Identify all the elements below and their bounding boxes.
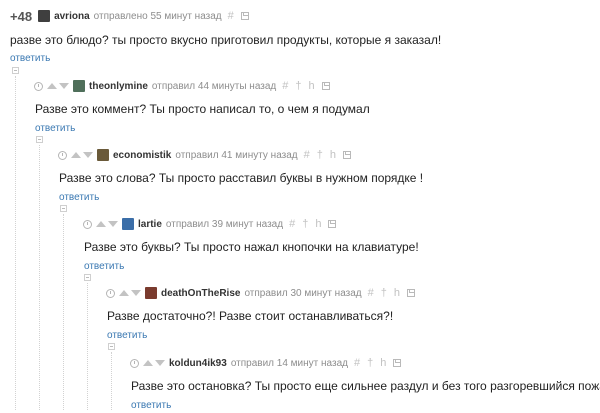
save-icon[interactable]	[393, 359, 402, 367]
permalink-icon[interactable]: #	[289, 218, 295, 230]
permalink-icon[interactable]: #	[282, 80, 288, 92]
reply-link[interactable]: ответить	[10, 53, 50, 64]
collapse-thread-button[interactable]	[36, 136, 43, 143]
username[interactable]: koldun4ik93	[169, 358, 227, 369]
branch-icon[interactable]: h	[309, 80, 315, 92]
comment-5: koldun4ik93 отправил 14 минут назад # † …	[130, 355, 600, 413]
collapse-thread-button[interactable]	[108, 343, 115, 350]
thread-line	[111, 352, 113, 410]
downvote-icon[interactable]	[131, 290, 141, 296]
comment-4: deathOnTheRise отправил 30 минут назад #…	[106, 285, 416, 343]
timestamp[interactable]: отправил 41 минуту назад	[175, 150, 297, 161]
avatar[interactable]	[122, 218, 134, 230]
permalink-icon[interactable]: #	[304, 149, 310, 161]
username[interactable]: economistik	[113, 150, 171, 161]
comment-text: Разве это коммент? Ты просто написал то,…	[35, 102, 370, 116]
comment-0: +48 avriona отправлено 55 минут назад # …	[10, 8, 441, 66]
avatar[interactable]	[38, 10, 51, 22]
save-icon[interactable]	[328, 220, 337, 228]
branch-icon[interactable]: h	[394, 287, 400, 299]
reply-link[interactable]: ответить	[59, 192, 99, 203]
permalink-icon[interactable]: #	[228, 10, 234, 22]
timestamp[interactable]: отправил 39 минут назад	[166, 219, 283, 230]
downvote-icon[interactable]	[59, 83, 69, 89]
avatar[interactable]	[97, 149, 109, 161]
pin-icon[interactable]: †	[295, 80, 301, 92]
timestamp[interactable]: отправил 44 минуты назад	[152, 81, 276, 92]
username[interactable]: avriona	[54, 11, 90, 22]
comment-text: Разве это слова? Ты просто расставил бук…	[59, 171, 424, 185]
upvote-icon[interactable]	[143, 360, 153, 366]
comment-header: deathOnTheRise отправил 30 минут назад #…	[106, 285, 416, 301]
timestamp[interactable]: отправлено 55 минут назад	[94, 11, 222, 22]
permalink-icon[interactable]: #	[368, 287, 374, 299]
comment-text: Разве это буквы? Ты просто нажал кнопочк…	[84, 240, 419, 254]
collapse-thread-button[interactable]	[60, 205, 67, 212]
thread-line	[39, 145, 41, 410]
save-icon[interactable]	[343, 151, 352, 159]
upvote-icon[interactable]	[96, 221, 106, 227]
save-icon[interactable]	[321, 82, 330, 90]
thread-line	[87, 283, 89, 410]
pin-icon[interactable]: †	[317, 149, 323, 161]
comment-3: lartie отправил 39 минут назад # † h Раз…	[83, 216, 419, 274]
branch-icon[interactable]: h	[330, 149, 336, 161]
reply-link[interactable]: ответить	[131, 400, 171, 411]
branch-icon[interactable]: h	[315, 218, 321, 230]
comment-header: lartie отправил 39 минут назад # † h	[83, 216, 419, 232]
thread-line	[15, 76, 17, 410]
collapse-thread-button[interactable]	[84, 274, 91, 281]
comment-header: +48 avriona отправлено 55 минут назад #	[10, 8, 441, 24]
save-icon[interactable]	[240, 12, 249, 20]
comment-header: koldun4ik93 отправил 14 минут назад # † …	[130, 355, 600, 371]
comment-1: theonlymine отправил 44 минуты назад # †…	[34, 78, 370, 136]
upvote-icon[interactable]	[119, 290, 129, 296]
clock-icon	[106, 288, 115, 298]
downvote-icon[interactable]	[108, 221, 118, 227]
save-icon[interactable]	[407, 289, 416, 297]
pin-icon[interactable]: †	[367, 357, 373, 369]
comment-header: economistik отправил 41 минуту назад # †…	[58, 147, 423, 163]
branch-icon[interactable]: h	[380, 357, 386, 369]
thread-line	[63, 214, 65, 410]
avatar[interactable]	[145, 287, 157, 299]
username[interactable]: lartie	[138, 219, 162, 230]
permalink-icon[interactable]: #	[354, 357, 360, 369]
clock-icon	[130, 358, 139, 368]
upvote-icon[interactable]	[71, 152, 81, 158]
upvote-icon[interactable]	[47, 83, 57, 89]
comment-text: разве это блюдо? ты просто вкусно пригот…	[10, 33, 442, 47]
comment-rating: +48	[10, 8, 33, 24]
downvote-icon[interactable]	[83, 152, 93, 158]
username[interactable]: theonlymine	[89, 81, 148, 92]
clock-icon	[34, 81, 43, 91]
username[interactable]: deathOnTheRise	[161, 288, 240, 299]
timestamp[interactable]: отправил 30 минут назад	[244, 288, 361, 299]
comment-text: Разве достаточно?! Разве стоит останавли…	[107, 309, 394, 323]
clock-icon	[83, 219, 92, 229]
pin-icon[interactable]: †	[381, 287, 387, 299]
timestamp[interactable]: отправил 14 минут назад	[231, 358, 348, 369]
reply-link[interactable]: ответить	[107, 330, 147, 341]
avatar[interactable]	[73, 80, 85, 92]
comment-2: economistik отправил 41 минуту назад # †…	[58, 147, 423, 205]
downvote-icon[interactable]	[155, 360, 165, 366]
collapse-thread-button[interactable]	[12, 67, 19, 74]
comment-text: Разве это остановка? Ты просто еще сильн…	[131, 379, 600, 393]
clock-icon	[58, 150, 67, 160]
pin-icon[interactable]: †	[302, 218, 308, 230]
comment-header: theonlymine отправил 44 минуты назад # †…	[34, 78, 370, 94]
reply-link[interactable]: ответить	[35, 123, 75, 134]
reply-link[interactable]: ответить	[84, 261, 124, 272]
